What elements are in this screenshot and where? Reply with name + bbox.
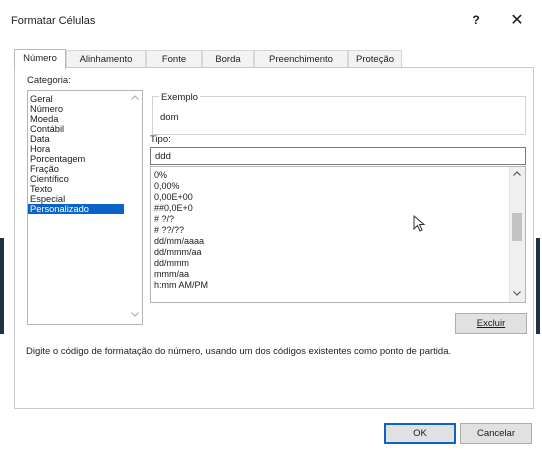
format-list[interactable]: 0% 0,00% 0,00E+00 ##0,0E+0 # ?/? # ??/??… (150, 166, 526, 303)
tab-numero[interactable]: Número (14, 49, 66, 69)
exemplo-label: Exemplo (159, 92, 200, 103)
ok-button-label: OK (413, 428, 427, 439)
format-item[interactable]: dd/mmm/aa (154, 247, 202, 257)
tab-panel-numero: Categoria: Geral Número Moeda Contábil D… (14, 67, 534, 409)
category-item-cientifico[interactable]: Científico (30, 174, 69, 184)
exemplo-group (152, 96, 526, 135)
tab-label: Borda (215, 54, 241, 65)
format-item[interactable]: dd/mm/aaaa (154, 236, 204, 246)
mouse-pointer-icon (413, 214, 427, 233)
category-item-texto[interactable]: Texto (30, 184, 52, 194)
background-window-edge (0, 238, 4, 334)
chevron-up-icon[interactable] (510, 171, 524, 178)
tab-protecao[interactable]: Proteção (348, 50, 402, 68)
category-item-geral[interactable]: Geral (30, 94, 53, 104)
excluir-button-label: Excluir (476, 318, 506, 329)
category-item-numero[interactable]: Número (30, 104, 63, 114)
help-text: Digite o código de formatação do número,… (26, 346, 452, 357)
format-item[interactable]: dd/mmm (154, 258, 189, 268)
scroll-thumb[interactable] (512, 213, 522, 241)
title-bar[interactable]: Formatar Células ? ✕ (0, 0, 542, 44)
category-scrollbar[interactable] (128, 91, 142, 324)
format-cells-dialog: Formatar Células ? ✕ Número Alinhamento … (0, 0, 542, 450)
ok-button[interactable]: OK (384, 423, 456, 444)
tipo-input-value: ddd (155, 151, 171, 162)
format-item[interactable]: 0% (154, 170, 167, 180)
tab-label: Alinhamento (79, 54, 133, 65)
category-item-contabil[interactable]: Contábil (30, 124, 64, 134)
chevron-down-icon[interactable] (128, 312, 142, 319)
category-list[interactable]: Geral Número Moeda Contábil Data Hora Po… (27, 90, 143, 325)
category-item-especial[interactable]: Especial (30, 194, 65, 204)
background-window-edge (536, 238, 540, 334)
chevron-down-icon[interactable] (510, 291, 524, 298)
category-item-hora[interactable]: Hora (30, 144, 50, 154)
category-item-personalizado[interactable]: Personalizado (28, 204, 124, 214)
chevron-up-icon[interactable] (128, 95, 142, 102)
help-button[interactable]: ? (468, 13, 484, 31)
cancel-button[interactable]: Cancelar (460, 423, 532, 444)
format-item[interactable]: h:mm AM/PM (154, 280, 208, 290)
exemplo-value: dom (160, 112, 179, 123)
tab-label: Fonte (161, 54, 187, 65)
category-item-data[interactable]: Data (30, 134, 50, 144)
close-button[interactable]: ✕ (505, 10, 529, 32)
tab-borda[interactable]: Borda (202, 50, 254, 68)
format-scrollbar[interactable] (509, 167, 525, 302)
window-title: Formatar Células (11, 15, 96, 27)
cancel-button-label: Cancelar (476, 428, 516, 439)
tab-alinhamento[interactable]: Alinhamento (66, 50, 146, 68)
excluir-button[interactable]: Excluir (455, 313, 527, 334)
category-item-fracao[interactable]: Fração (30, 164, 59, 174)
format-item[interactable]: # ??/?? (154, 225, 184, 235)
format-item[interactable]: # ?/? (154, 214, 174, 224)
format-item[interactable]: mmm/aa (154, 269, 189, 279)
category-item-moeda[interactable]: Moeda (30, 114, 58, 124)
tab-label: Número (23, 53, 57, 64)
tab-fonte[interactable]: Fonte (146, 50, 202, 68)
format-item[interactable]: 0,00E+00 (154, 192, 193, 202)
tab-preenchimento[interactable]: Preenchimento (254, 50, 348, 68)
category-item-porcentagem[interactable]: Porcentagem (30, 154, 85, 164)
format-item[interactable]: ##0,0E+0 (154, 203, 193, 213)
format-item[interactable]: 0,00% (154, 181, 180, 191)
tab-label: Proteção (355, 54, 395, 65)
categoria-label: Categoria: (27, 75, 71, 86)
tipo-input[interactable]: ddd (150, 147, 526, 165)
tipo-label: Tipo: (150, 134, 171, 145)
tab-label: Preenchimento (269, 54, 333, 65)
